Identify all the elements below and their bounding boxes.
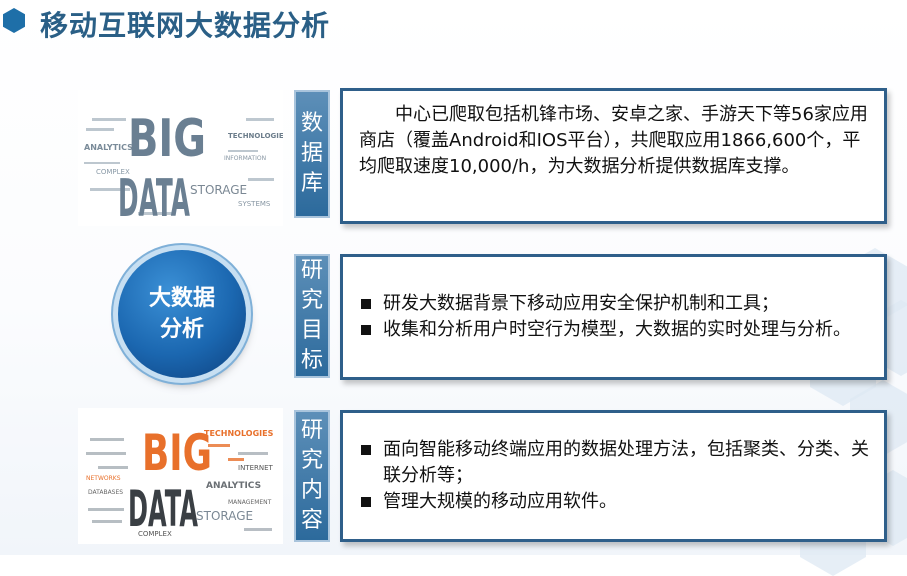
big-data-word-cloud-image: ANALYTICS TECHNOLOGIES STORAGE COMPLEX I… xyxy=(78,90,283,226)
list-item: 研发大数据背景下移动应用安全保护机制和工具； xyxy=(359,291,872,317)
database-description-box: 中心已爬取包括机锋市场、安卓之家、手游天下等56家应用商店（覆盖Android和… xyxy=(340,88,887,224)
research-goals-box: 研发大数据背景下移动应用安全保护机制和工具； 收集和分析用户时空行为模型，大数据… xyxy=(340,254,887,380)
cloud-word: NETWORKS xyxy=(86,475,121,482)
research-goals-list: 研发大数据背景下移动应用安全保护机制和工具； 收集和分析用户时空行为模型，大数据… xyxy=(359,291,872,343)
label-char: 库 xyxy=(300,171,323,196)
list-item: 收集和分析用户时空行为模型，大数据的实时处理与分析。 xyxy=(359,317,872,343)
big-word: BIG xyxy=(142,424,212,482)
cloud-word: STORAGE xyxy=(190,183,247,197)
circle-line2: 分析 xyxy=(159,317,204,342)
database-description: 中心已爬取包括机锋市场、安卓之家、手游天下等56家应用商店（覆盖Android和… xyxy=(359,104,868,177)
cloud-word: SYSTEMS xyxy=(238,200,271,208)
big-word: BIG xyxy=(128,109,206,169)
label-char: 目 xyxy=(300,318,323,343)
big-data-word-cloud-image: TECHNOLOGIES ANALYTICS STORAGE INTERNET … xyxy=(78,408,283,544)
title-hexagon-icon xyxy=(3,8,25,33)
label-char: 据 xyxy=(300,141,323,166)
circle-line1: 大数据 xyxy=(148,286,215,311)
section-label-research-goals: 研 究 目 标 xyxy=(294,254,330,378)
cloud-word: DATABASES xyxy=(88,489,123,496)
page-title: 移动互联网大数据分析 xyxy=(40,9,331,42)
section-label-database: 数 据 库 xyxy=(294,90,330,218)
cloud-word: INFORMATION xyxy=(224,155,266,162)
label-char: 研 xyxy=(300,258,323,283)
label-char: 究 xyxy=(300,448,323,473)
cloud-word: MANAGEMENT xyxy=(228,499,272,506)
cloud-word: ANALYTICS xyxy=(84,143,133,152)
cloud-word: STORAGE xyxy=(196,509,253,523)
label-char: 内 xyxy=(300,478,323,503)
label-char: 标 xyxy=(300,348,323,373)
cloud-word: TECHNOLOGIES xyxy=(204,429,274,438)
section-label-research-content: 研 究 内 容 xyxy=(294,410,330,542)
label-char: 研 xyxy=(300,418,323,443)
data-word: DATA xyxy=(118,169,190,226)
research-content-list: 面向智能移动终端应用的数据处理方法，包括聚类、分类、关联分析等； 管理大规模的移… xyxy=(359,437,872,515)
label-char: 究 xyxy=(300,288,323,313)
research-content-box: 面向智能移动终端应用的数据处理方法，包括聚类、分类、关联分析等； 管理大规模的移… xyxy=(340,410,887,542)
cloud-word: TECHNOLOGIES xyxy=(228,132,283,140)
label-char: 数 xyxy=(300,111,323,136)
cloud-word: ANALYTICS xyxy=(206,481,261,491)
big-data-analysis-circle: 大数据 分析 xyxy=(118,250,246,378)
label-char: 容 xyxy=(300,508,323,533)
data-word: DATA xyxy=(128,480,198,538)
list-item: 面向智能移动终端应用的数据处理方法，包括聚类、分类、关联分析等； xyxy=(359,437,872,489)
cloud-word: INTERNET xyxy=(238,464,274,472)
list-item: 管理大规模的移动应用软件。 xyxy=(359,489,872,515)
